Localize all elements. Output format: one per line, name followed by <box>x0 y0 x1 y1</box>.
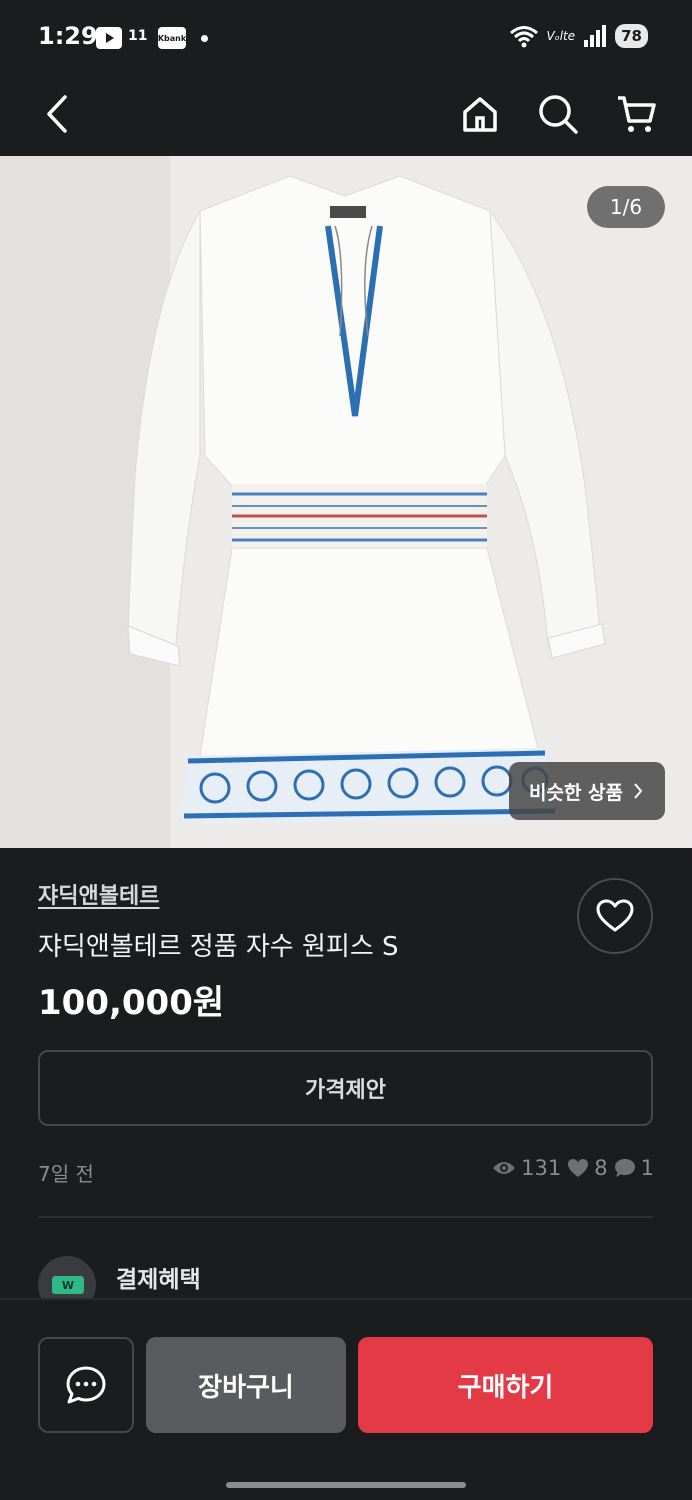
posted-time: 7일 전 <box>38 1162 94 1186</box>
similar-products-label: 비슷한 상품 <box>528 781 623 804</box>
product-stats: 131 8 1 <box>492 1156 654 1180</box>
wifi-icon <box>509 26 538 48</box>
home-icon <box>463 97 497 132</box>
brand-link[interactable]: 쟈딕앤볼테르 <box>38 878 159 910</box>
chat-bubble-icon <box>614 1159 635 1177</box>
views-count: 131 <box>521 1156 562 1180</box>
heart-icon <box>596 899 634 932</box>
image-counter: 1/6 <box>587 186 665 228</box>
likes-count: 8 <box>594 1156 608 1180</box>
home-button[interactable] <box>452 84 508 144</box>
buy-button[interactable]: 구매하기 <box>358 1337 653 1433</box>
status-bar: 1:29 11 Kbank Vₒlte 78 <box>0 0 692 76</box>
cart-button[interactable] <box>608 84 664 144</box>
home-indicator <box>226 1482 466 1488</box>
back-button[interactable] <box>30 84 86 144</box>
app-11-icon: 11 <box>128 28 148 44</box>
kbank-icon: Kbank <box>158 27 186 49</box>
youtube-icon <box>96 27 122 49</box>
price-offer-button[interactable]: 가격제안 <box>38 1050 653 1126</box>
back-icon <box>47 95 67 133</box>
like-button[interactable] <box>577 878 653 954</box>
chat-icon <box>66 1366 106 1404</box>
chevron-right-icon <box>634 783 643 799</box>
product-photo <box>0 156 692 848</box>
eye-icon <box>493 1162 516 1174</box>
cart-icon <box>618 96 656 132</box>
search-button[interactable] <box>530 84 586 144</box>
chats-count: 1 <box>640 1156 654 1180</box>
volte-indicator: Vₒlte <box>546 29 576 43</box>
battery-indicator: 78 <box>615 24 648 48</box>
status-time: 1:29 <box>38 22 98 50</box>
chat-button[interactable] <box>38 1337 134 1433</box>
product-image-carousel[interactable]: 1/6 비슷한 상품 <box>0 156 692 848</box>
top-nav <box>0 76 692 156</box>
add-to-cart-button[interactable]: 장바구니 <box>146 1337 346 1433</box>
notification-dot <box>201 35 208 42</box>
payment-benefit-label[interactable]: 결제혜택 <box>116 1260 201 1294</box>
search-icon <box>539 95 578 134</box>
product-title: 쟈딕앤볼테르 정품 자수 원피스 S <box>38 932 399 962</box>
signal-icon <box>584 25 607 47</box>
section-divider <box>38 1216 653 1218</box>
similar-products-button[interactable]: 비슷한 상품 <box>508 762 665 820</box>
heart-filled-icon <box>568 1159 589 1177</box>
product-price: 100,000원 <box>38 983 225 1023</box>
